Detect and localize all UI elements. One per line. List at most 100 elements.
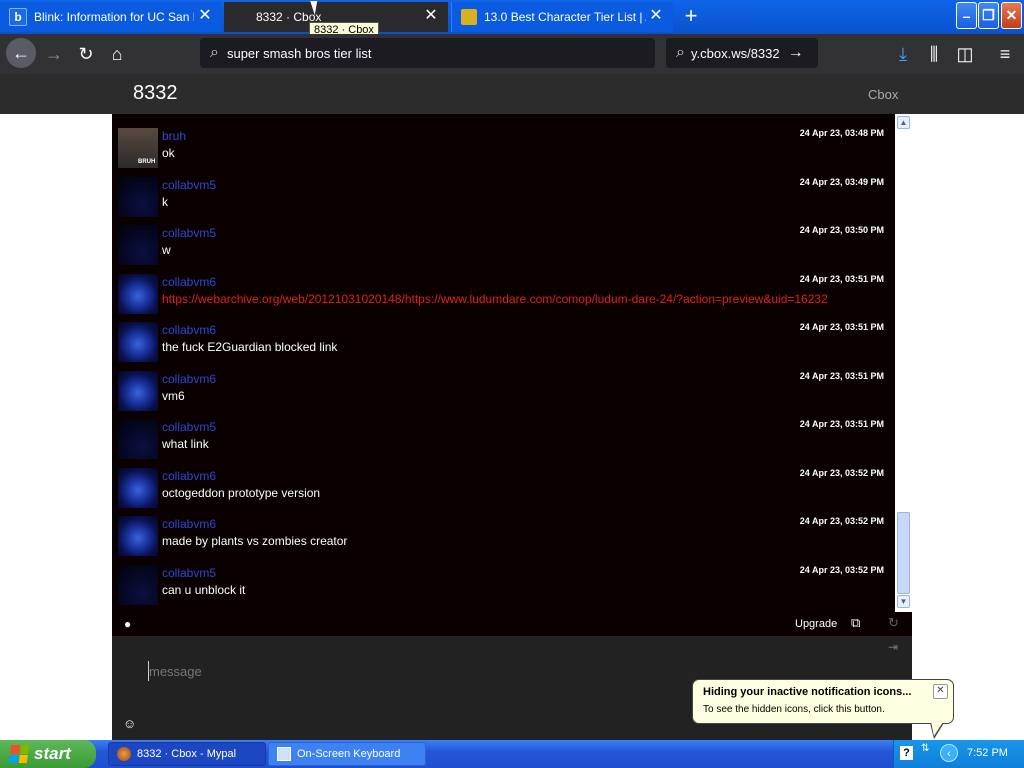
url-bar[interactable]: ⌕ super smash bros tier list [200,38,655,68]
chat-message: collabvm6 octogeddon prototype version 2… [112,462,895,510]
taskbar-item-keyboard[interactable]: On-Screen Keyboard [268,742,426,766]
sidebar-icon[interactable]: ◫ [951,40,979,68]
tab-label: Blink: Information for UC San Dieg [34,10,194,24]
login-icon[interactable]: ⇥ [888,640,898,654]
message-username[interactable]: collabvm5 [162,566,216,580]
chat-message: collabvm5 can u unblock it 24 Apr 23, 03… [112,559,895,607]
balloon-text: To see the hidden icons, click this butt… [703,704,885,715]
scroll-up-icon[interactable]: ▲ [897,116,910,129]
chat-scrollbar[interactable]: ▲ ▼ [895,114,912,612]
message-text: vm6 [162,389,185,403]
avatar [118,516,158,556]
reload-icon[interactable]: ↻ [72,40,100,68]
message-timestamp: 24 Apr 23, 03:52 PM [799,565,884,575]
chat-message: collabvm5 what link 24 Apr 23, 03:51 PM [112,413,895,461]
home-icon[interactable]: ⌂ [103,40,131,68]
tab-tier-list[interactable]: 13.0 Best Character Tier List | Ap ✕ [451,2,673,32]
message-text: what link [162,437,209,451]
avatar-label: BRUH [138,159,156,165]
avatar [118,274,158,314]
message-username[interactable]: collabvm6 [162,469,216,483]
user-icon[interactable]: ● [124,617,131,631]
chat-toolbar: ● Upgrade ⧉ ↻ [112,612,912,636]
scroll-down-icon[interactable]: ▼ [897,595,910,608]
avatar [118,468,158,508]
smiley-icon[interactable]: ☺ [123,716,136,731]
tab-label: 13.0 Best Character Tier List | Ap [484,10,646,24]
upgrade-link[interactable]: Upgrade [795,618,837,630]
back-arrow-icon[interactable]: ← [6,38,36,68]
message-text: can u unblock it [162,583,246,597]
search-bar[interactable]: ⌕ y.cbox.ws/8332 → [666,38,818,68]
message-username[interactable]: collabvm5 [162,420,216,434]
close-tab-icon[interactable]: ✕ [424,8,438,24]
url-text: super smash bros tier list [226,45,372,61]
brand-label[interactable]: Cbox [868,87,898,102]
message-username[interactable]: collabvm6 [162,517,216,531]
avatar [118,225,158,265]
message-username[interactable]: bruh [162,129,186,143]
tab-blink[interactable]: b Blink: Information for UC San Dieg ✕ [0,2,222,32]
windows-logo-icon [8,745,30,763]
page-title: 8332 [133,82,178,104]
chat-message: BRUH bruh ok 24 Apr 23, 03:48 PM [112,122,895,170]
message-timestamp: 24 Apr 23, 03:48 PM [799,128,884,138]
scroll-thumb[interactable] [897,512,910,594]
forward-arrow-icon[interactable]: → [40,40,68,68]
message-text: made by plants vs zombies creator [162,534,348,548]
search-text: y.cbox.ws/8332 [690,45,780,61]
chat-message-list[interactable]: BRUH bruh ok 24 Apr 23, 03:48 PM collabv… [112,114,895,612]
network-icon[interactable]: ⇅ [921,743,929,754]
taskbar-item-mypal[interactable]: 8332 · Cbox - Mypal [108,742,266,766]
page-header: 8332 Cbox [0,74,1024,114]
message-timestamp: 24 Apr 23, 03:49 PM [799,177,884,187]
popout-icon[interactable]: ⧉ [851,615,860,631]
menu-icon[interactable]: ≡ [991,40,1019,68]
task-label: 8332 · Cbox - Mypal [137,748,237,760]
blink-favicon-icon: b [9,8,27,26]
close-icon[interactable]: ✕ [933,684,948,699]
message-username[interactable]: collabvm5 [162,178,216,192]
new-tab-icon[interactable]: + [680,5,702,27]
message-timestamp: 24 Apr 23, 03:50 PM [799,225,884,235]
show-hidden-icons-icon[interactable]: ‹ [940,744,958,762]
message-username[interactable]: collabvm5 [162,226,216,240]
task-label: On-Screen Keyboard [297,748,401,760]
message-username[interactable]: collabvm6 [162,323,216,337]
message-timestamp: 24 Apr 23, 03:51 PM [799,371,884,381]
message-link[interactable]: https://webarchive.org/web/2012103102014… [162,292,828,306]
library-icon[interactable]: ⫼ [920,40,948,68]
browser-toolbar: ← → ↻ ⌂ ⌕ super smash bros tier list ⌕ y… [0,34,1024,74]
chat-message: collabvm6 vm6 24 Apr 23, 03:51 PM [112,365,895,413]
message-timestamp: 24 Apr 23, 03:52 PM [799,516,884,526]
go-arrow-icon[interactable]: → [788,44,804,62]
close-tab-icon[interactable]: ✕ [198,8,212,24]
message-text: ok [162,146,175,160]
message-text: the fuck E2Guardian blocked link [162,340,338,354]
message-timestamp: 24 Apr 23, 03:52 PM [799,468,884,478]
minimize-icon[interactable]: – [956,2,977,29]
message-username[interactable]: collabvm6 [162,372,216,386]
chat-message: collabvm6 the fuck E2Guardian blocked li… [112,316,895,364]
avatar [118,177,158,217]
balloon-tail [931,722,943,736]
avatar: BRUH [118,128,158,168]
taskbar: start 8332 · Cbox - Mypal On-Screen Keyb… [0,740,1024,768]
restore-icon[interactable]: ❐ [978,2,999,29]
tier-list-favicon-icon [461,9,477,25]
download-icon[interactable]: ⤓ [889,40,917,68]
avatar [118,419,158,459]
start-button[interactable]: start [0,740,96,768]
message-username[interactable]: collabvm6 [162,275,216,289]
help-icon[interactable]: ? [900,746,913,760]
message-timestamp: 24 Apr 23, 03:51 PM [799,322,884,332]
chat-message: collabvm6 made by plants vs zombies crea… [112,510,895,558]
close-tab-icon[interactable]: ✕ [649,8,663,24]
refresh-icon[interactable]: ↻ [888,615,899,631]
message-text: w [162,243,171,257]
mypal-app-icon [117,747,131,761]
close-window-icon[interactable]: ✕ [1001,2,1022,29]
message-input[interactable] [148,661,701,681]
keyboard-icon [277,747,291,761]
message-text: octogeddon prototype version [162,486,321,500]
